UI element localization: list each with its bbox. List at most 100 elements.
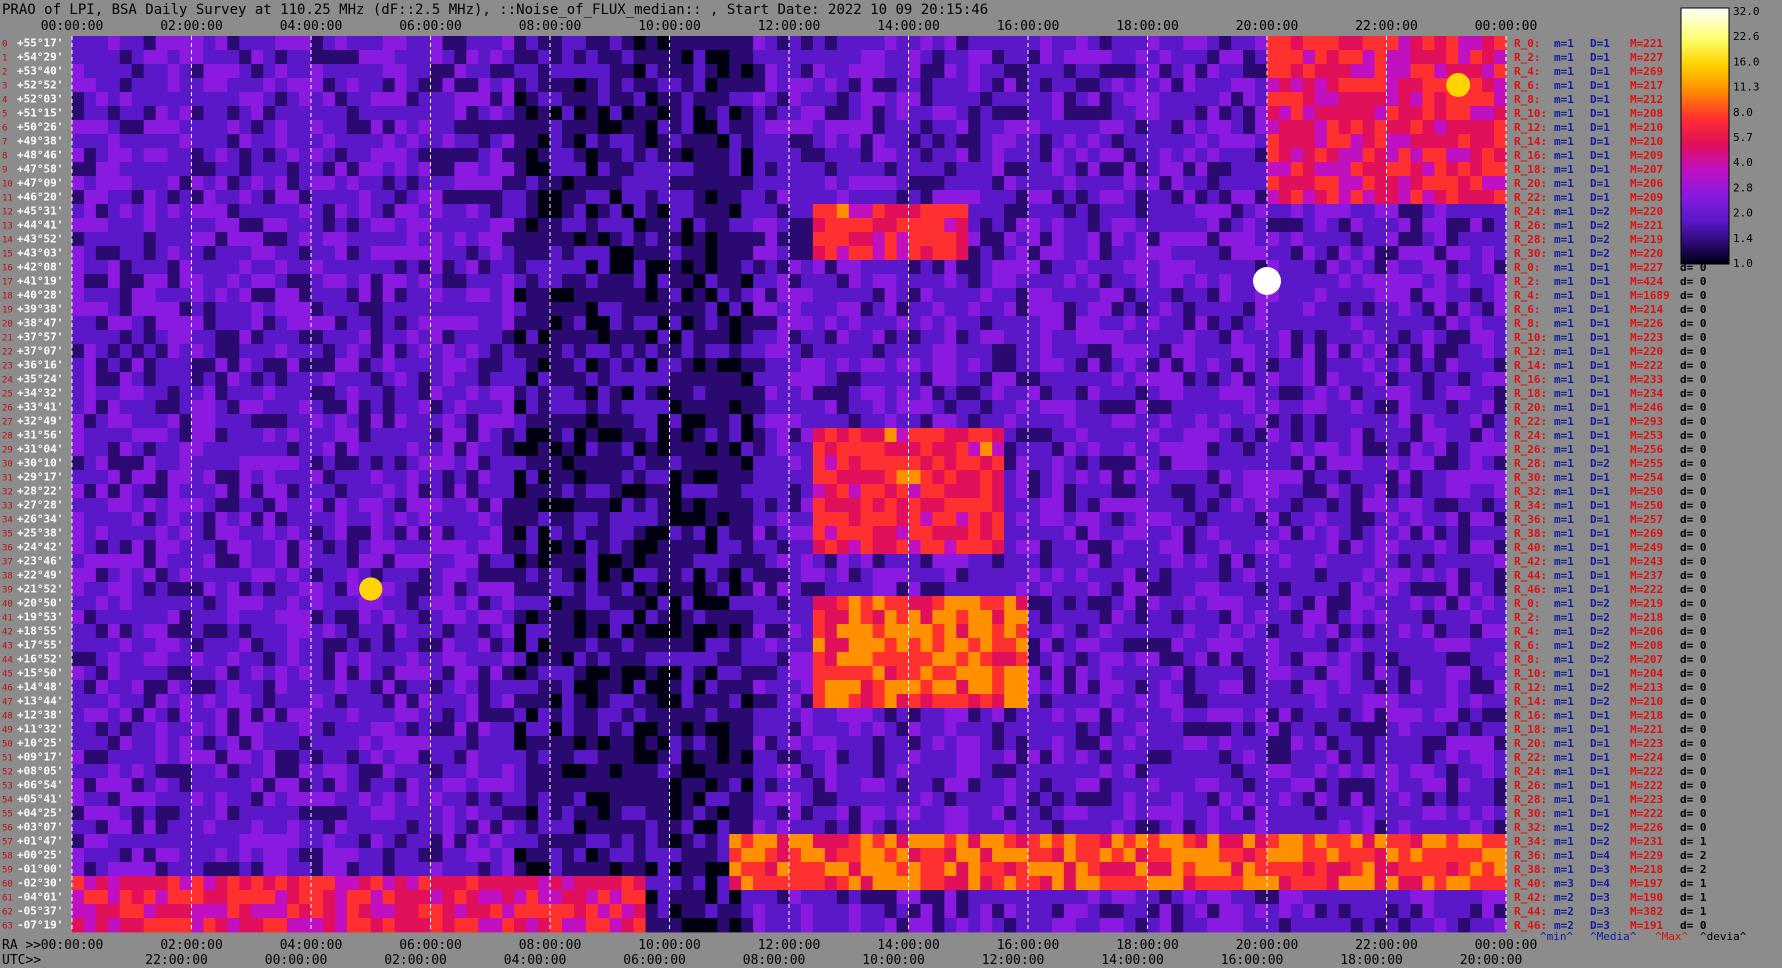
heatmap-cell — [215, 120, 228, 135]
heatmap-cell — [1004, 274, 1017, 289]
heatmap-cell — [789, 162, 802, 177]
heatmap-cell — [239, 106, 252, 121]
heatmap-cell — [550, 204, 563, 219]
heatmap-cell — [227, 344, 240, 359]
heatmap-cell — [1087, 442, 1101, 457]
heatmap-cell — [83, 302, 97, 317]
heatmap-cell — [765, 288, 778, 303]
heatmap-cell — [597, 106, 611, 121]
heatmap-cell — [442, 414, 455, 429]
heatmap-cell — [669, 246, 682, 261]
heatmap-cell — [406, 596, 419, 611]
heatmap-cell — [705, 414, 718, 429]
heatmap-cell — [550, 358, 563, 373]
heatmap-cell — [1398, 344, 1411, 359]
heatmap-cell — [1111, 484, 1124, 499]
heatmap-cell — [1350, 302, 1363, 317]
heatmap-cell — [1255, 302, 1268, 317]
heatmap-cell — [1063, 456, 1077, 471]
heatmap-cell — [1410, 540, 1423, 555]
heatmap-cell — [717, 470, 730, 485]
heatmap-cell — [609, 582, 623, 597]
heatmap-cell — [920, 344, 933, 359]
heatmap-cell — [490, 414, 503, 429]
heatmap-cell — [191, 190, 204, 205]
heatmap-cell — [1362, 120, 1375, 135]
heatmap-cell — [860, 512, 874, 527]
heatmap-cell — [287, 204, 300, 219]
heatmap-cell — [884, 232, 897, 247]
heatmap-cell — [454, 470, 467, 485]
heatmap-cell — [824, 610, 838, 625]
heatmap-cell — [1314, 148, 1328, 163]
heatmap-cell — [1063, 428, 1077, 443]
heatmap-cell — [370, 232, 384, 247]
heatmap-cell — [1326, 484, 1340, 499]
heatmap-cell — [1028, 540, 1041, 555]
heatmap-cell — [872, 498, 885, 513]
heatmap-cell — [227, 540, 240, 555]
heatmap-cell — [1434, 484, 1447, 499]
heatmap-cell — [251, 288, 264, 303]
heatmap-cell — [215, 134, 228, 149]
heatmap-cell — [1099, 78, 1113, 93]
heatmap-cell — [585, 414, 599, 429]
heatmap-cell — [418, 358, 431, 373]
heatmap-cell — [980, 568, 993, 583]
heatmap-cell — [765, 442, 778, 457]
heatmap-cell — [633, 344, 646, 359]
heatmap-cell — [191, 106, 204, 121]
heatmap-cell — [968, 442, 981, 457]
heatmap-cell — [167, 400, 180, 415]
heatmap-cell — [119, 274, 133, 289]
heatmap-cell — [538, 162, 551, 177]
heatmap-cell — [119, 120, 133, 135]
heatmap-cell — [1434, 568, 1447, 583]
heatmap-cell — [155, 302, 168, 317]
heatmap-cell — [1099, 554, 1113, 569]
heatmap-cell — [1338, 428, 1352, 443]
heatmap-cell — [1398, 372, 1411, 387]
heatmap-cell — [1004, 50, 1017, 65]
heatmap-cell — [155, 134, 168, 149]
heatmap-cell — [1243, 162, 1256, 177]
heatmap-cell — [956, 358, 969, 373]
heatmap-cell — [1362, 78, 1375, 93]
heatmap-cell — [1183, 498, 1196, 513]
heatmap-cell — [418, 92, 431, 107]
heatmap-cell — [1255, 204, 1268, 219]
heatmap-cell — [1362, 344, 1375, 359]
heatmap-cell — [131, 176, 145, 191]
heatmap-cell — [1039, 344, 1053, 359]
heatmap-cell — [1195, 64, 1208, 79]
heatmap-cell — [1470, 554, 1483, 569]
heatmap-cell — [765, 568, 778, 583]
heatmap-cell — [896, 358, 909, 373]
heatmap-cell — [155, 512, 168, 527]
heatmap-cell — [322, 582, 336, 597]
heatmap-cell — [717, 386, 730, 401]
heatmap-cell — [155, 498, 168, 513]
heatmap-cell — [514, 428, 527, 443]
heatmap-cell — [705, 456, 718, 471]
heatmap-cell — [860, 316, 874, 331]
heatmap-cell — [633, 316, 646, 331]
heatmap-cell — [346, 344, 360, 359]
heatmap-cell — [299, 288, 312, 303]
heatmap-cell — [860, 148, 874, 163]
heatmap-cell — [705, 50, 718, 65]
heatmap-cell — [1147, 428, 1160, 443]
heatmap-cell — [1207, 232, 1220, 247]
heatmap-cell — [1470, 92, 1483, 107]
heatmap-cell — [812, 288, 826, 303]
heatmap-cell — [167, 358, 180, 373]
heatmap-cell — [729, 568, 742, 583]
heatmap-cell — [502, 498, 515, 513]
heatmap-cell — [1374, 92, 1387, 107]
heatmap-cell — [968, 456, 981, 471]
heatmap-cell — [1350, 372, 1363, 387]
heatmap-cell — [478, 526, 491, 541]
heatmap-cell — [107, 246, 121, 261]
heatmap-cell — [1267, 36, 1280, 51]
heatmap-cell — [1290, 148, 1304, 163]
